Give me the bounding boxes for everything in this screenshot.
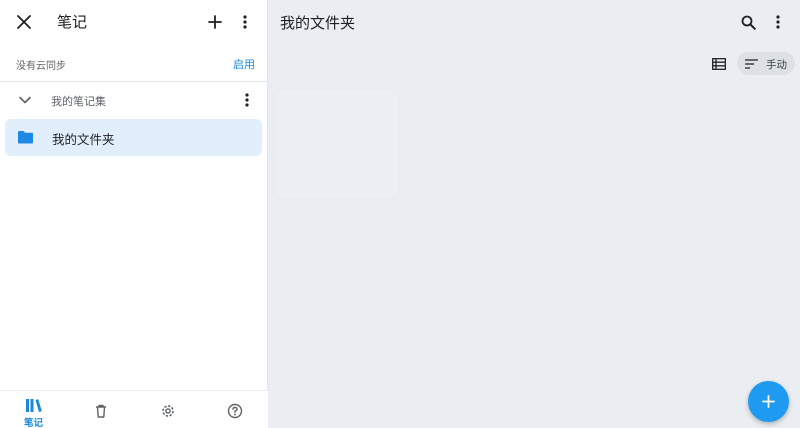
sort-button[interactable]: 手动 — [737, 52, 795, 75]
collection-more-icon[interactable] — [240, 91, 254, 109]
collection-header[interactable]: 我的笔记集 — [0, 86, 268, 114]
sync-status-row: 没有云同步 启用 — [0, 52, 268, 76]
sidebar-title: 笔记 — [57, 13, 88, 31]
nav-settings[interactable] — [134, 391, 201, 428]
chevron-down-icon[interactable] — [16, 92, 34, 108]
nav-notes-label: 笔记 — [23, 418, 43, 428]
collection-label: 我的笔记集 — [51, 95, 106, 108]
sort-icon — [744, 57, 758, 70]
close-icon[interactable] — [12, 10, 36, 34]
divider — [0, 81, 268, 82]
sidebar: 笔记 没有云同步 启用 我的笔记集 我的文件夹 笔记 — [0, 0, 268, 428]
plus-icon — [761, 394, 776, 409]
enable-sync-link[interactable]: 启用 — [233, 56, 255, 72]
nav-trash[interactable] — [67, 391, 134, 428]
folder-item[interactable]: 我的文件夹 — [5, 119, 262, 156]
folder-label: 我的文件夹 — [52, 132, 115, 147]
more-vert-icon[interactable] — [234, 10, 256, 34]
more-vert-icon[interactable] — [768, 11, 788, 33]
sort-label: 手动 — [766, 59, 787, 71]
nav-notes[interactable]: 笔记 — [0, 391, 67, 428]
sync-status-text: 没有云同步 — [16, 61, 66, 72]
page-title: 我的文件夹 — [280, 14, 356, 32]
nav-help[interactable] — [201, 391, 268, 428]
gear-icon — [159, 402, 177, 420]
plus-icon[interactable] — [203, 10, 227, 34]
add-note-button[interactable] — [748, 381, 789, 422]
help-icon — [226, 402, 244, 420]
bottom-nav: 笔记 — [0, 390, 268, 428]
trash-icon — [93, 403, 109, 419]
search-icon[interactable] — [737, 11, 759, 33]
placeholder-line — [283, 230, 388, 239]
books-icon — [24, 397, 44, 413]
list-view-icon[interactable] — [709, 55, 729, 73]
placeholder-card — [274, 88, 399, 200]
folder-icon — [16, 129, 34, 145]
sidebar-header: 笔记 — [0, 0, 268, 44]
